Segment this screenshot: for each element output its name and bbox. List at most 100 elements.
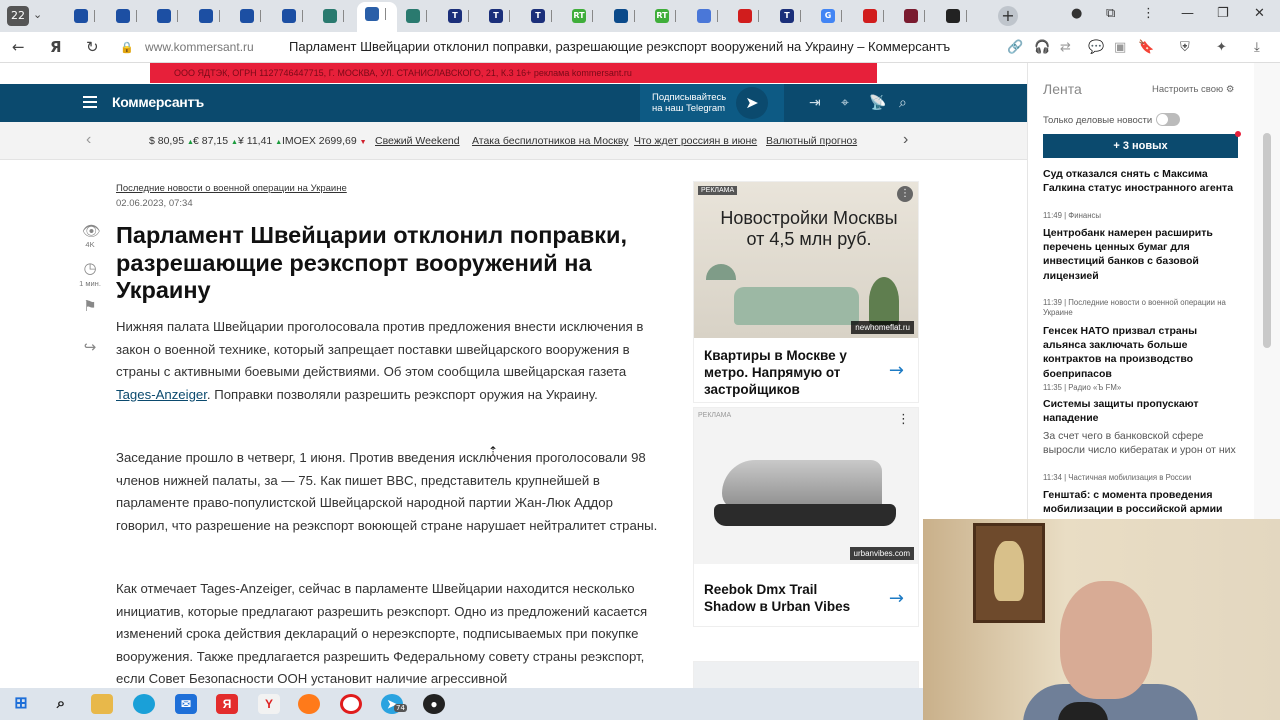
ticker-eur[interactable]: € 87,15 ▲ <box>193 135 238 147</box>
profile-icon[interactable]: ● <box>1071 6 1082 21</box>
headphones-icon[interactable]: 🎧 <box>1034 40 1050 55</box>
search-icon[interactable]: ⌕ <box>899 95 907 111</box>
shield-icon[interactable]: ⛨ <box>1180 40 1190 55</box>
share-icon[interactable]: ↪ <box>82 338 98 356</box>
menu-burger-icon[interactable] <box>83 96 97 108</box>
browser-tab[interactable]: RT <box>647 4 687 28</box>
ad-menu-icon[interactable]: ⋮ <box>897 412 910 427</box>
downloads-menu-icon[interactable]: ⋮ <box>1142 6 1155 21</box>
tab-count-button[interactable]: 22 <box>7 6 29 26</box>
file-explorer-icon[interactable] <box>91 694 113 714</box>
location-pin-icon[interactable]: ⌖ <box>841 95 849 111</box>
bookmark-icon[interactable]: 🔖 <box>1138 40 1154 55</box>
browser-tab[interactable]: RT <box>564 4 604 28</box>
browser-tab[interactable] <box>606 4 646 28</box>
login-icon[interactable]: ⇥ <box>809 95 821 111</box>
business-only-toggle[interactable] <box>1156 113 1180 126</box>
opera-icon[interactable] <box>340 694 362 714</box>
browser-tab[interactable]: T <box>440 4 480 28</box>
page-scrollbar[interactable] <box>1254 63 1280 520</box>
lock-icon[interactable]: 🔒 <box>120 41 134 54</box>
ticker-link[interactable]: Что ждет россиян в июне <box>634 135 757 147</box>
feed-item-title[interactable]: Центробанк намерен расширить перечень це… <box>1043 226 1243 283</box>
browser-tab[interactable] <box>149 4 189 28</box>
mail-icon[interactable]: ✉ <box>175 694 197 714</box>
collections-icon[interactable]: ⧉ <box>1106 6 1115 21</box>
restore-button[interactable]: ❐ <box>1217 6 1229 21</box>
ticker-cny[interactable]: ¥ 11,41 ▲ <box>238 135 282 147</box>
telegram-promo[interactable]: Подписывайтесь на наш Telegram ➤ <box>640 84 784 122</box>
ad-card-sneakers[interactable]: urbanvibes.com РЕКЛАМА ⋮ Reebok Dmx Trai… <box>694 408 918 626</box>
browser-tab[interactable] <box>232 4 272 28</box>
minimize-button[interactable]: — <box>1181 6 1194 21</box>
ticker-link[interactable]: Атака беспилотников на Москву <box>472 135 629 147</box>
ticker-usd[interactable]: $ 80,95 ▲ <box>149 135 194 147</box>
ticker-link[interactable]: Валютный прогноз <box>766 135 857 147</box>
feed-configure-link[interactable]: Настроить свою ⚙ <box>1152 84 1234 95</box>
browser-tab[interactable] <box>938 4 978 28</box>
site-logo[interactable]: Коммерсантъ <box>112 94 204 110</box>
yandex-icon[interactable]: Я <box>216 694 238 714</box>
browser-tab[interactable]: G <box>813 4 853 28</box>
edge-icon[interactable] <box>133 694 155 714</box>
ad-card-newbuildings[interactable]: Новостройки Москвы от 4,5 млн руб. newho… <box>694 182 918 402</box>
obs-icon[interactable]: ● <box>423 694 445 714</box>
windows-start-icon[interactable]: ⊞ <box>10 694 32 714</box>
browser-tab[interactable] <box>191 4 231 28</box>
feed-item-meta: 11:39 | Последние новости о военной опер… <box>1043 298 1226 317</box>
article-rubric-link[interactable]: Последние новости о военной операции на … <box>116 183 347 194</box>
bookmark-icon[interactable]: ⚑ <box>82 297 98 315</box>
tab-list-chevron-icon[interactable]: ⌄ <box>33 8 42 21</box>
url-page-title[interactable]: Парламент Швейцарии отклонил поправки, р… <box>289 39 950 54</box>
browser-tab[interactable] <box>896 4 936 28</box>
link-icon[interactable]: 🔗 <box>1007 40 1023 55</box>
reload-icon[interactable]: ↻ <box>86 38 99 56</box>
extensions-icon[interactable]: ▣ <box>1114 40 1126 55</box>
browser-tab[interactable] <box>855 4 895 28</box>
ticker-link[interactable]: Свежий Weekend <box>375 135 460 147</box>
top-ad-strip[interactable]: ООО ЯДТЭК, ОГРН 1127746447715, Г. МОСКВА… <box>150 63 877 83</box>
back-arrow-icon[interactable]: ← <box>12 38 25 56</box>
yandex-icon[interactable]: Я <box>50 38 62 56</box>
browser-tab[interactable] <box>689 4 729 28</box>
firefox-icon[interactable] <box>298 694 320 714</box>
ad-card-partial[interactable] <box>694 662 918 688</box>
new-tab-button[interactable]: + <box>998 6 1018 26</box>
browser-tab[interactable]: T <box>772 4 812 28</box>
translate-icon[interactable]: ⇄ <box>1060 40 1071 55</box>
ticker-imoex[interactable]: IMOEX 2699,69 ▼ <box>282 135 367 147</box>
feed-item-title[interactable]: Системы защиты пропускают нападение <box>1043 397 1243 425</box>
close-button[interactable]: ✕ <box>1254 6 1265 21</box>
browser-tab[interactable] <box>315 4 355 28</box>
arrow-right-icon[interactable]: → <box>889 360 904 381</box>
puzzle-icon[interactable]: ✦ <box>1216 40 1227 55</box>
browser-tab[interactable] <box>66 4 106 28</box>
feed-item-title[interactable]: Генсек НАТО призвал страны альянса заклю… <box>1043 324 1243 381</box>
new-items-button[interactable]: + 3 новых <box>1043 134 1238 158</box>
arrow-right-icon[interactable]: → <box>889 588 904 609</box>
search-icon[interactable]: ⌕ <box>50 694 72 714</box>
browser-tab[interactable] <box>274 4 314 28</box>
radio-icon[interactable]: 📡 <box>869 95 886 111</box>
browser-tab[interactable] <box>730 4 770 28</box>
browser-tab[interactable]: T <box>481 4 521 28</box>
browser-tab[interactable]: T <box>523 4 563 28</box>
download-icon[interactable]: ⤓ <box>1254 40 1260 55</box>
feed-item-title[interactable]: Суд отказался снять с Максима Галкина ст… <box>1043 167 1243 195</box>
browser-tab[interactable] <box>108 4 148 28</box>
ad-brand-badge: urbanvibes.com <box>849 547 914 560</box>
chat-icon[interactable]: 💬 <box>1088 40 1104 55</box>
ad-menu-icon[interactable]: ⋮ <box>897 186 913 202</box>
feed-item-title[interactable]: Генштаб: с момента проведения мобилизаци… <box>1043 488 1243 518</box>
ticker-prev-arrow-icon[interactable]: ‹ <box>86 131 91 149</box>
ad-caption[interactable]: Reebok Dmx Trail Shadow в Urban Vibes <box>704 581 864 615</box>
browser-tab[interactable] <box>357 2 397 32</box>
ad-caption[interactable]: Квартиры в Москве у метро. Напрямую от з… <box>704 347 864 398</box>
tab-separator <box>94 10 95 22</box>
url-host[interactable]: www.kommersant.ru <box>145 40 254 54</box>
yandex-browser-icon[interactable]: Y <box>258 694 280 714</box>
source-link[interactable]: Tages-Anzeiger <box>116 387 207 402</box>
browser-tab[interactable] <box>398 4 438 28</box>
scrollbar-thumb[interactable] <box>1263 133 1271 348</box>
ticker-next-arrow-icon[interactable]: › <box>903 131 908 149</box>
